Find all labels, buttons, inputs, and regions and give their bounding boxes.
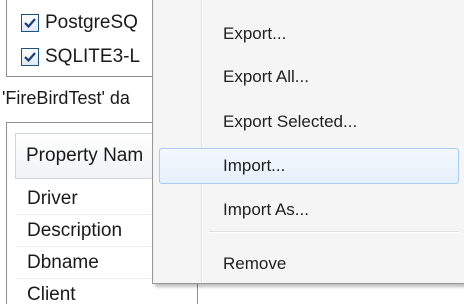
checkbox-checked[interactable] bbox=[21, 48, 39, 66]
menu-item-label: Import... bbox=[223, 156, 286, 175]
driver-list: PostgreSQ SQLITE3-L bbox=[6, 0, 160, 77]
menu-item-label: Import As... bbox=[223, 200, 309, 219]
menu-item-export-selected[interactable]: Export Selected... bbox=[159, 104, 459, 140]
checkbox-checked[interactable] bbox=[21, 14, 39, 32]
checkmark-icon bbox=[24, 18, 36, 29]
connection-status-label: 'FireBirdTest' da bbox=[2, 88, 130, 108]
menu-item-export[interactable]: Export... bbox=[159, 16, 459, 52]
menu-item-label: Remove bbox=[223, 254, 287, 273]
driver-item[interactable]: SQLITE3-L bbox=[21, 44, 140, 70]
driver-item[interactable]: PostgreSQ bbox=[21, 10, 138, 36]
menu-item-export-all[interactable]: Export All... bbox=[159, 59, 459, 95]
driver-label: SQLITE3-L bbox=[45, 46, 141, 67]
screen: PostgreSQ SQLITE3-L 'FireBirdTest' da Pr… bbox=[0, 0, 464, 304]
menu-item-label: Export All... bbox=[223, 67, 309, 86]
menu-item-label: Export... bbox=[223, 24, 287, 43]
menu-item-import-as[interactable]: Import As... bbox=[159, 192, 459, 228]
context-menu: Export... Export All... Export Selected.… bbox=[152, 0, 464, 284]
driver-label: PostgreSQ bbox=[45, 12, 138, 33]
menu-item-import[interactable]: Import... bbox=[159, 148, 459, 184]
menu-item-remove[interactable]: Remove bbox=[159, 246, 459, 282]
menu-separator bbox=[209, 231, 459, 233]
menu-item-label: Export Selected... bbox=[223, 112, 358, 131]
checkmark-icon bbox=[24, 52, 36, 63]
